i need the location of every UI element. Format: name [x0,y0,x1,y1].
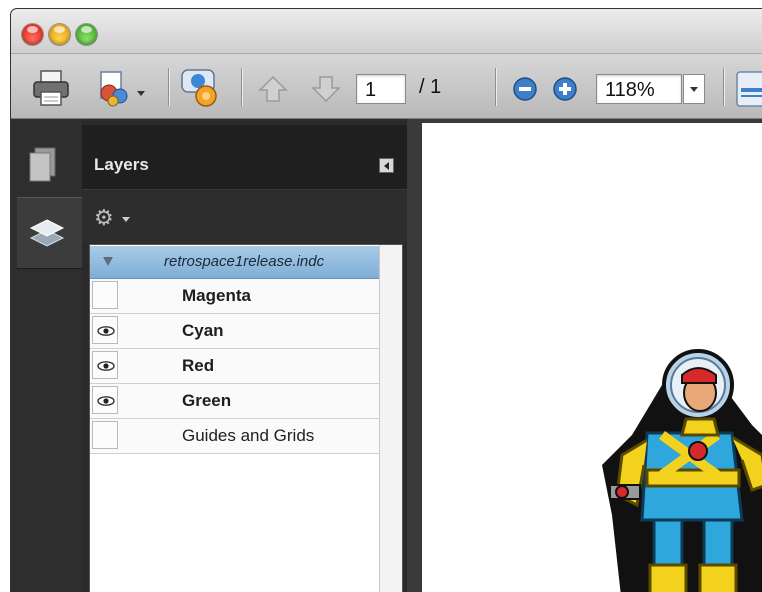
page-number-input[interactable]: 1 [356,74,406,104]
layers-panel-header: Layers [82,125,407,190]
zoom-dropdown-button[interactable] [683,74,705,104]
layer-root-label: retrospace1release.indc [164,253,325,270]
eye-icon [97,326,115,336]
eye-icon [97,396,115,406]
layer-visibility-toggle[interactable] [92,281,118,309]
share-dropdown-icon[interactable] [137,91,145,96]
layer-row[interactable]: Cyan [90,314,379,349]
layer-row[interactable]: Magenta [90,279,379,314]
layer-visibility-toggle[interactable] [92,421,118,449]
layers-panel-title: Layers [94,155,149,174]
layers-options-bar: ⚙ [82,191,407,243]
share-button[interactable] [93,68,149,108]
zoom-out-button[interactable] [512,76,538,102]
layers-tree: retrospace1release.indc Magenta Cyan Red Gr… [89,244,403,592]
review-button[interactable] [179,66,223,110]
layer-row[interactable]: Guides and Grids [90,419,379,454]
next-page-icon [311,76,341,103]
layer-visibility-toggle[interactable] [92,316,118,344]
navigation-pane-strip [11,119,83,592]
layers-panel: Layers ⚙ retrospace1release.indc Magenta… [82,119,407,592]
layer-label: Guides and Grids [182,426,315,445]
layer-row[interactable]: Red [90,349,379,384]
pages-icon [29,147,56,182]
minimize-window-button[interactable] [49,24,70,45]
next-page-button[interactable] [311,74,341,104]
previous-page-icon [258,75,288,102]
print-button[interactable] [31,68,71,108]
review-icon [181,69,217,107]
layer-root-row[interactable]: retrospace1release.indc [90,246,379,279]
pdf-page [422,123,762,592]
print-icon [33,70,69,106]
page-total-label: / 1 [419,76,442,98]
toolbar-separator [241,68,242,106]
pages-button[interactable] [25,145,61,185]
collapse-panel-button[interactable] [379,158,394,173]
toolbar-separator [168,68,169,106]
chevron-down-icon [690,87,698,92]
expand-triangle-icon[interactable] [103,257,113,266]
share-icon [100,71,128,107]
zoom-in-icon [553,77,577,101]
toolbar: 1 / 1 118% [11,54,762,119]
page-view-icon [736,71,762,107]
layers-nav-button[interactable] [17,197,83,269]
previous-page-button[interactable] [258,74,288,104]
title-bar [11,9,762,54]
layer-label: Magenta [182,286,251,305]
toolbar-separator [723,68,724,106]
astronaut-illustration [602,349,762,592]
layer-visibility-toggle[interactable] [92,351,118,379]
zoom-level-input[interactable]: 118% [596,74,682,104]
zoom-window-button[interactable] [76,24,97,45]
layer-label: Green [182,391,232,410]
toolbar-separator [495,68,496,106]
eye-icon [97,361,115,371]
gear-icon[interactable]: ⚙ [94,207,114,229]
layer-row[interactable]: Green [90,384,379,419]
zoom-out-icon [513,77,537,101]
document-area [407,119,762,592]
layer-label: Red [182,356,215,375]
layers-icon [29,219,65,247]
zoom-in-button[interactable] [552,76,578,102]
layer-visibility-toggle[interactable] [92,386,118,414]
options-dropdown-icon[interactable] [122,217,130,222]
page-view-button[interactable] [735,70,762,108]
layers-scrollbar[interactable] [379,245,402,592]
layer-label: Cyan [182,321,224,340]
close-window-button[interactable] [22,24,43,45]
acrobat-window: 1 / 1 118% Layers ⚙ retrospace1release.i… [10,8,762,592]
